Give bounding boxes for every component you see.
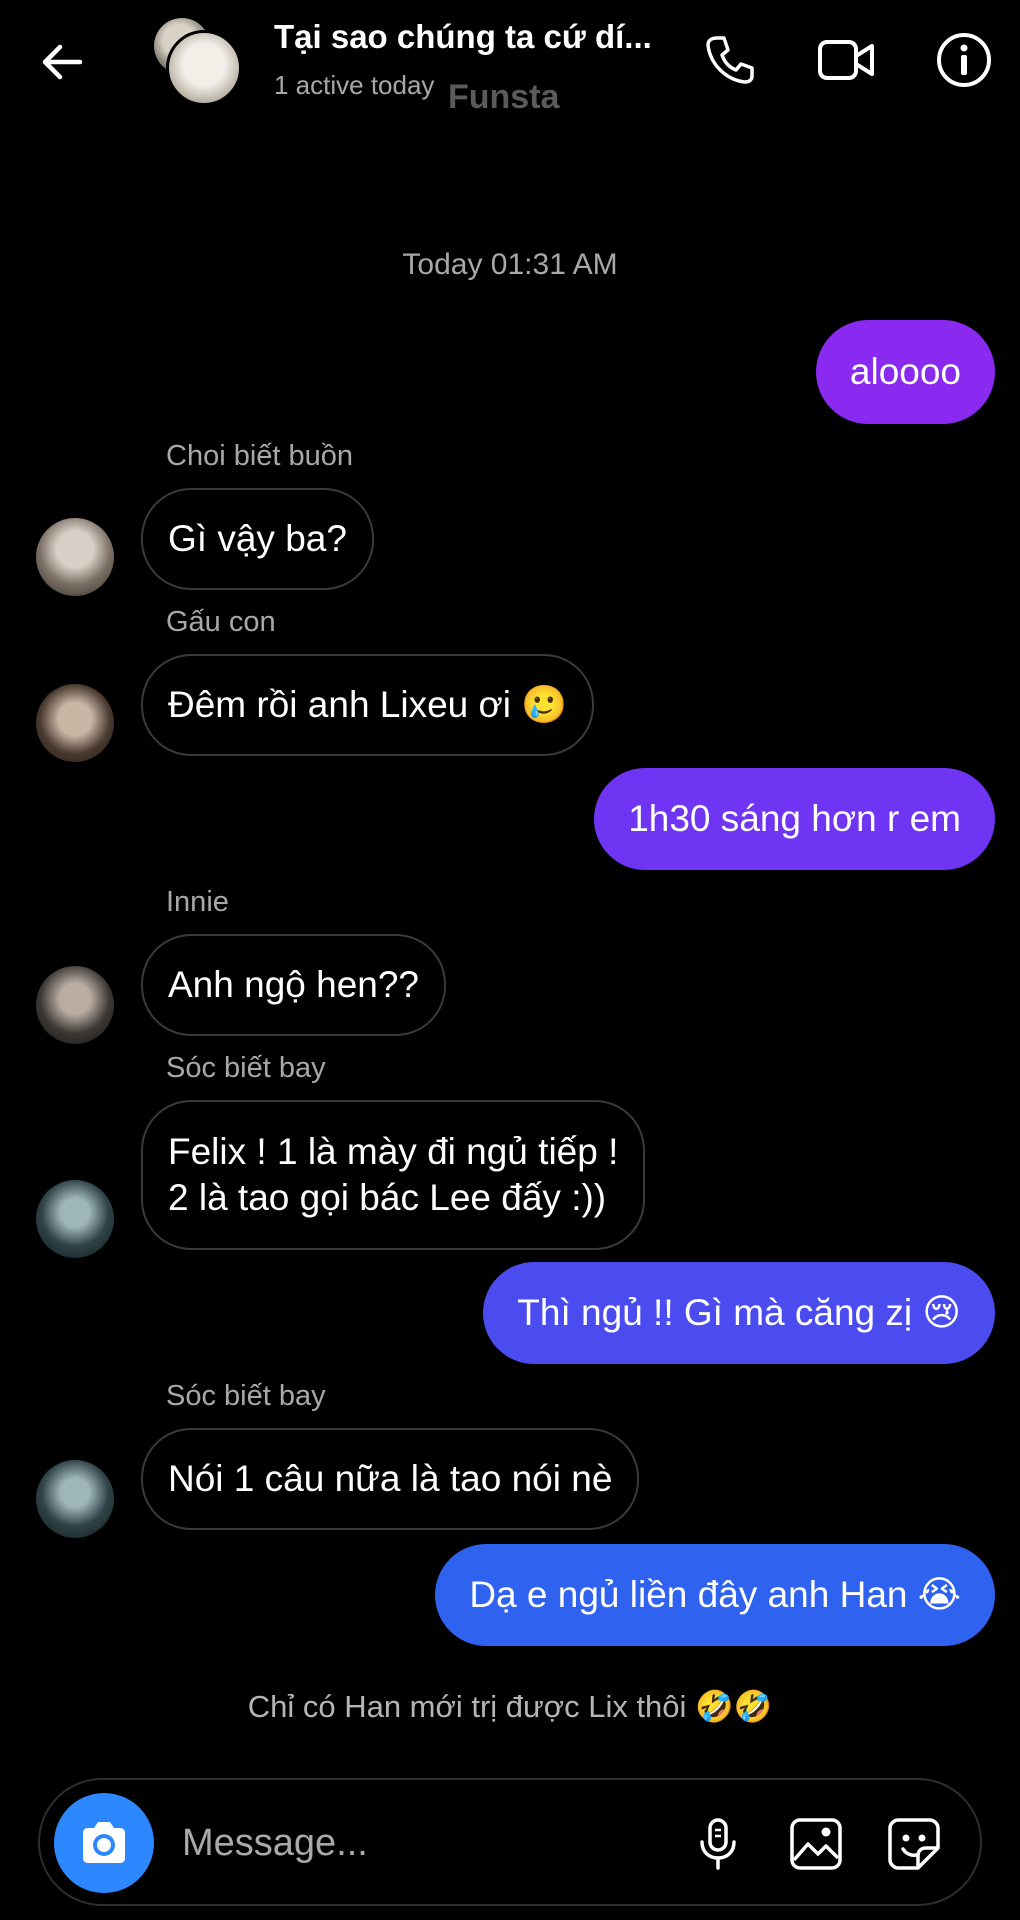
sender-name: Sóc biết bay <box>166 1380 326 1412</box>
info-button[interactable] <box>934 30 994 90</box>
outgoing-message[interactable]: Thì ngủ !! Gì mà căng zị 😢 <box>483 1262 995 1364</box>
outgoing-message[interactable]: 1h30 sáng hơn r em <box>594 768 995 870</box>
sender-name: Gấu con <box>166 606 276 638</box>
group-avatar[interactable] <box>154 18 242 106</box>
sender-avatar[interactable] <box>36 684 114 762</box>
camera-icon <box>83 1822 125 1863</box>
chat-footer-note: Chỉ có Han mới trị được Lix thôi 🤣🤣 <box>0 1688 1020 1725</box>
incoming-message[interactable]: Đêm rồi anh Lixeu ơi 🥲 <box>141 654 595 756</box>
sender-avatar[interactable] <box>36 966 114 1044</box>
incoming-message[interactable]: Felix ! 1 là mày đi ngủ tiếp ! 2 là tao … <box>141 1100 646 1250</box>
active-status: 1 active today <box>274 70 435 100</box>
phone-icon <box>706 36 754 84</box>
watermark: Funsta <box>448 78 560 116</box>
emoji: 😢 <box>922 1291 961 1334</box>
gallery-button[interactable] <box>788 1816 844 1872</box>
message-text: 1h30 sáng hơn r em <box>628 798 961 839</box>
sticker-icon <box>888 1818 940 1870</box>
sender-avatar[interactable] <box>36 518 114 596</box>
group-avatar-primary <box>166 30 242 106</box>
message-text: Đêm rồi anh Lixeu ơi <box>168 684 512 725</box>
back-button[interactable] <box>36 34 92 90</box>
emoji: 😭 <box>917 1573 961 1616</box>
message-input[interactable] <box>180 1816 654 1870</box>
message-text: Anh ngộ hen?? <box>168 964 420 1005</box>
image-icon <box>790 1818 842 1870</box>
video-call-button[interactable] <box>816 30 876 90</box>
voice-message-button[interactable] <box>690 1816 746 1872</box>
message-composer <box>38 1778 982 1906</box>
message-text: Dạ e ngủ liền đây anh Han <box>469 1574 908 1615</box>
message-text: Nói 1 câu nữa là tao nói nè <box>168 1458 613 1499</box>
message-text: Felix ! 1 là mày đi ngủ tiếp ! 2 là tao … <box>168 1131 619 1218</box>
emoji: 🤣🤣 <box>695 1689 773 1725</box>
sender-name: Sóc biết bay <box>166 1052 326 1084</box>
chat-timestamp: Today 01:31 AM <box>402 248 618 281</box>
message-text: Gì vậy ba? <box>168 518 347 559</box>
call-button[interactable] <box>700 30 760 90</box>
message-text: Thì ngủ !! Gì mà căng zị <box>517 1292 913 1333</box>
video-camera-icon <box>818 40 874 80</box>
outgoing-message[interactable]: aloooo <box>815 320 995 424</box>
incoming-message[interactable]: Gì vậy ba? <box>141 488 374 590</box>
sticker-button[interactable] <box>886 1816 942 1872</box>
camera-button[interactable] <box>54 1793 154 1893</box>
conversation-title[interactable]: Tại sao chúng ta cứ dí... <box>274 18 652 56</box>
sender-avatar[interactable] <box>36 1180 114 1258</box>
sender-name: Choi biết buồn <box>166 440 354 472</box>
arrow-left-icon <box>42 44 83 80</box>
incoming-message[interactable]: Anh ngộ hen?? <box>141 934 447 1036</box>
sender-name: Innie <box>166 886 229 918</box>
chat-header: Tại sao chúng ta cứ dí... 1 active today… <box>0 0 1020 120</box>
incoming-message[interactable]: Nói 1 câu nữa là tao nói nè <box>141 1428 640 1530</box>
info-icon <box>937 33 991 87</box>
microphone-icon <box>700 1818 736 1870</box>
message-text: aloooo <box>849 351 961 392</box>
emoji: 🥲 <box>521 683 568 726</box>
sender-avatar[interactable] <box>36 1460 114 1538</box>
footer-text: Chỉ có Han mới trị được Lix thôi <box>247 1689 687 1724</box>
outgoing-message[interactable]: Dạ e ngủ liền đây anh Han 😭 <box>435 1544 995 1646</box>
